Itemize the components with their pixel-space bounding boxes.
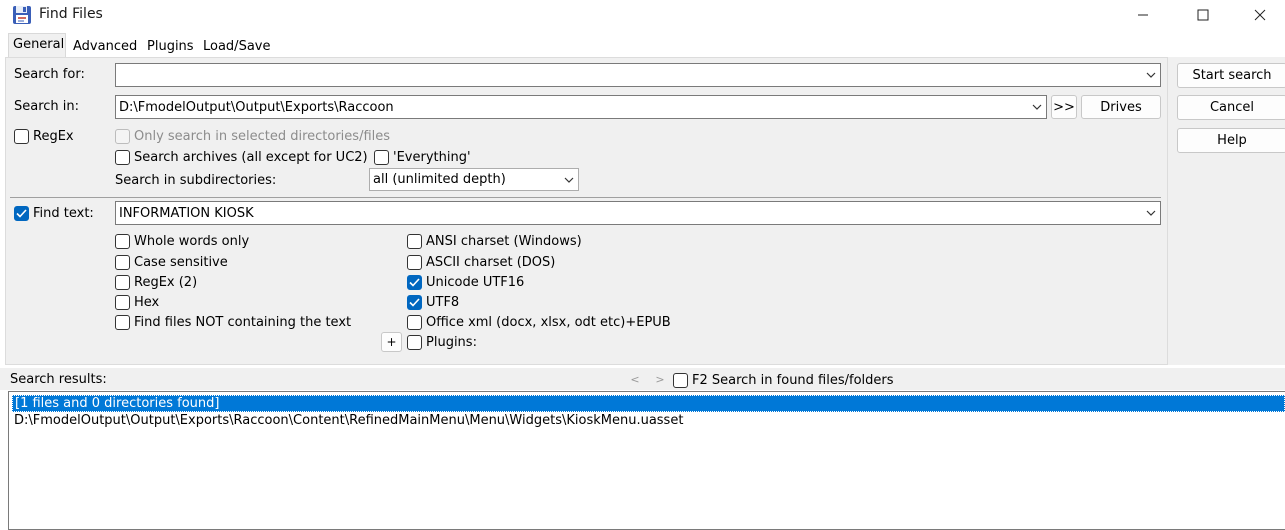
search-in-combo[interactable]: D:\FmodelOutput\Output\Exports\Raccoon — [115, 95, 1047, 119]
subdirectories-select[interactable]: all (unlimited depth) — [369, 168, 579, 191]
f2-search-found-checkbox[interactable]: F2 Search in found files/folders — [673, 371, 894, 389]
case-sensitive-checkbox[interactable]: Case sensitive — [115, 253, 228, 271]
find-text-label: Find text: — [33, 205, 94, 221]
everything-checkbox[interactable]: 'Everything' — [374, 148, 471, 166]
regex-checkbox[interactable]: RegEx — [14, 127, 74, 145]
list-item[interactable]: [1 files and 0 directories found] — [12, 395, 1285, 412]
minimize-button[interactable] — [1118, 0, 1168, 30]
checkbox-box — [407, 254, 422, 270]
cancel-button[interactable]: Cancel — [1177, 95, 1285, 120]
ansi-charset-label: ANSI charset (Windows) — [426, 233, 582, 249]
help-button[interactable]: Help — [1177, 128, 1285, 153]
hex-label: Hex — [134, 294, 160, 310]
minimize-icon — [1138, 14, 1148, 16]
hex-checkbox[interactable]: Hex — [115, 293, 159, 311]
chevron-down-icon[interactable] — [1028, 96, 1046, 118]
search-results-label: Search results: — [10, 372, 107, 387]
prev-result-button[interactable]: < — [625, 371, 645, 388]
search-in-label: Search in: — [14, 99, 80, 114]
checkbox-box — [673, 372, 688, 388]
only-selected-checkbox[interactable]: Only search in selected directories/file… — [115, 127, 390, 145]
maximize-icon — [1197, 9, 1209, 21]
checkbox-box — [115, 128, 130, 144]
checkbox-box — [407, 274, 422, 290]
search-archives-label: Search archives (all except for UC2) — [134, 149, 368, 165]
search-archives-checkbox[interactable]: Search archives (all except for UC2) — [115, 148, 368, 166]
subdirectories-value: all (unlimited depth) — [373, 172, 506, 187]
chevron-down-icon[interactable] — [1142, 202, 1160, 224]
office-xml-checkbox[interactable]: Office xml (docx, xlsx, odt etc)+EPUB — [407, 313, 671, 331]
checkmark-icon — [16, 208, 27, 218]
not-containing-label: Find files NOT containing the text — [134, 314, 352, 330]
regex2-checkbox[interactable]: RegEx (2) — [115, 273, 197, 291]
unicode-utf16-label: Unicode UTF16 — [426, 274, 525, 290]
close-icon — [1254, 9, 1266, 21]
checkbox-box — [115, 294, 130, 310]
tab-general[interactable]: General — [8, 33, 66, 58]
regex-label: RegEx — [33, 128, 74, 144]
subdirectories-label: Search in subdirectories: — [115, 173, 277, 188]
utf8-label: UTF8 — [426, 294, 460, 310]
checkbox-box — [407, 334, 422, 350]
f2-search-found-label: F2 Search in found files/folders — [692, 372, 894, 388]
find-text-checkbox[interactable]: Find text: — [14, 204, 94, 222]
window-title: Find Files — [39, 6, 103, 22]
ascii-charset-label: ASCII charset (DOS) — [426, 254, 556, 270]
checkbox-box — [407, 233, 422, 249]
whole-words-label: Whole words only — [134, 233, 250, 249]
search-in-value: D:\FmodelOutput\Output\Exports\Raccoon — [119, 99, 394, 115]
checkbox-box — [115, 254, 130, 270]
checkmark-icon — [409, 297, 420, 307]
search-for-combo[interactable] — [115, 63, 1161, 87]
unicode-utf16-checkbox[interactable]: Unicode UTF16 — [407, 273, 524, 291]
maximize-button[interactable] — [1178, 0, 1228, 30]
regex2-label: RegEx (2) — [134, 274, 198, 290]
checkbox-box — [407, 294, 422, 310]
checkbox-box — [115, 149, 130, 165]
list-item[interactable]: D:\FmodelOutput\Output\Exports\Raccoon\C… — [12, 413, 1285, 430]
search-for-label: Search for: — [14, 67, 85, 82]
results-list[interactable]: [1 files and 0 directories found] D:\Fmo… — [8, 391, 1285, 530]
checkbox-box — [14, 128, 29, 144]
chevron-down-icon[interactable] — [1142, 64, 1160, 86]
office-xml-label: Office xml (docx, xlsx, odt etc)+EPUB — [426, 314, 671, 330]
find-text-combo[interactable]: INFORMATION KIOSK — [115, 201, 1161, 225]
tab-advanced[interactable]: Advanced — [68, 35, 142, 57]
drives-button[interactable]: Drives — [1081, 95, 1161, 119]
next-result-button[interactable]: > — [650, 371, 670, 388]
checkbox-box — [14, 205, 29, 221]
checkbox-box — [407, 314, 422, 330]
only-selected-label: Only search in selected directories/file… — [134, 128, 391, 144]
ascii-charset-checkbox[interactable]: ASCII charset (DOS) — [407, 253, 555, 271]
checkbox-box — [115, 314, 130, 330]
utf8-checkbox[interactable]: UTF8 — [407, 293, 459, 311]
not-containing-checkbox[interactable]: Find files NOT containing the text — [115, 313, 351, 331]
chevron-down-icon — [560, 169, 578, 190]
checkmark-icon — [409, 277, 420, 287]
whole-words-checkbox[interactable]: Whole words only — [115, 232, 249, 250]
plugins-add-button[interactable]: + — [381, 332, 402, 352]
browse-button[interactable]: >> — [1051, 95, 1077, 119]
checkbox-box — [115, 274, 130, 290]
tab-load-save[interactable]: Load/Save — [198, 35, 275, 57]
find-text-value: INFORMATION KIOSK — [119, 205, 254, 221]
title-bar — [0, 0, 1285, 32]
checkbox-box — [115, 233, 130, 249]
case-sensitive-label: Case sensitive — [134, 254, 228, 270]
tab-plugins[interactable]: Plugins — [142, 35, 199, 57]
checkbox-box — [374, 149, 389, 165]
everything-label: 'Everything' — [393, 149, 471, 165]
section-divider — [10, 197, 1161, 198]
plugins-label: Plugins: — [426, 334, 477, 350]
ansi-charset-checkbox[interactable]: ANSI charset (Windows) — [407, 232, 582, 250]
close-button[interactable] — [1235, 0, 1285, 30]
plugins-checkbox[interactable]: Plugins: — [407, 333, 477, 351]
floppy-search-icon — [13, 6, 31, 24]
start-search-button[interactable]: Start search — [1177, 63, 1285, 88]
